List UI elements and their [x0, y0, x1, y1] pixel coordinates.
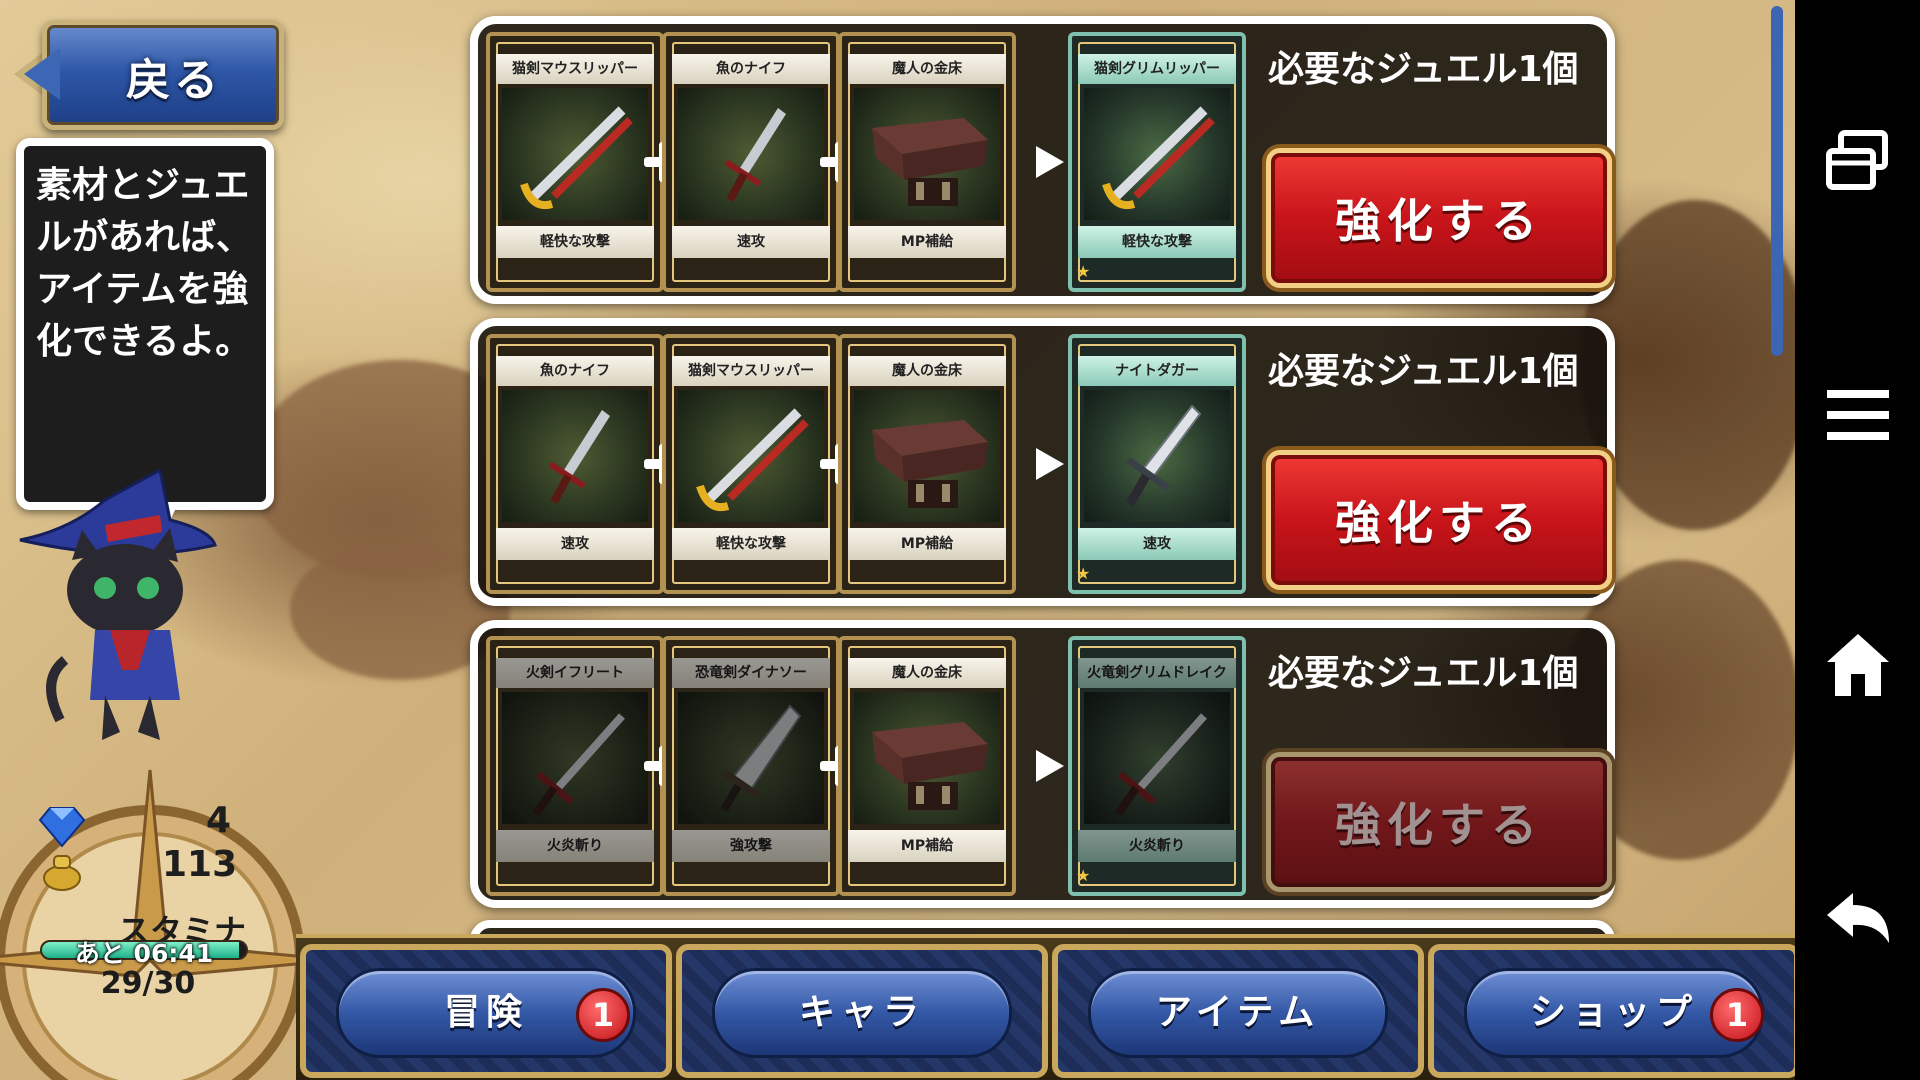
recipe-scrollbar[interactable]: [1768, 0, 1786, 930]
card-skill: 火炎斬り: [496, 830, 654, 862]
card-name: 恐竜剣ダイナソー: [672, 658, 830, 688]
card-name: 猫剣マウスリッパー: [672, 356, 830, 386]
material-card[interactable]: 猫剣マウスリッパー 軽快な攻撃: [662, 334, 840, 594]
material-card[interactable]: 魚のナイフ 速攻: [486, 334, 664, 594]
enhance-button[interactable]: 強化する: [1266, 752, 1612, 892]
card-name: 魔人の金床: [848, 658, 1006, 688]
knife-icon: [502, 390, 648, 522]
sword-icon: [502, 88, 648, 220]
card-skill: MP補給: [848, 528, 1006, 560]
card-name: 魔人の金床: [848, 356, 1006, 386]
rarity-star-icon: ★: [1076, 262, 1091, 281]
nav-character-button[interactable]: キャラ: [676, 944, 1048, 1078]
card-skill: 速攻: [672, 226, 830, 258]
notification-badge: 1: [1710, 988, 1764, 1042]
back-arrow-icon: [1826, 893, 1889, 943]
rarity-star-icon: ★: [1076, 564, 1091, 583]
result-card[interactable]: 猫剣グリムリッパー 軽快な攻撃 ★: [1068, 32, 1246, 292]
nav-button-label: アイテム: [1155, 992, 1321, 1033]
speech-bubble: 素材とジュエ ルがあれば、 アイテムを強 化できるよ。: [16, 138, 274, 566]
arrow-right-icon: [1036, 146, 1064, 178]
rarity-star-icon: ★: [1076, 866, 1091, 885]
card-skill: MP補給: [848, 830, 1006, 862]
jewel-count: 4: [206, 800, 232, 841]
card-skill: 速攻: [1078, 528, 1236, 560]
cat-mascot-icon: [19, 470, 217, 740]
recent-apps-button[interactable]: [1795, 120, 1920, 200]
stamina-timer: あと 06:41: [74, 939, 214, 968]
card-skill: 軽快な攻撃: [672, 528, 830, 560]
required-jewels-text: 必要なジュエル1個: [1268, 653, 1579, 694]
back-button-label: 戻る: [126, 55, 222, 106]
jewel-icon: [38, 807, 86, 848]
card-skill: 軽快な攻撃: [496, 226, 654, 258]
nav-button-label: キャラ: [798, 992, 925, 1033]
stamina-value: 29/30: [100, 966, 196, 1001]
arrow-right-icon: [1036, 750, 1064, 782]
flame-sword-icon: [502, 692, 648, 824]
sword-icon: [678, 390, 824, 522]
enhance-button-label: 強化する: [1335, 194, 1543, 248]
material-card[interactable]: 魔人の金床 MP補給: [838, 32, 1016, 292]
recipe-panel: 猫剣マウスリッパー 軽快な攻撃 魚のナイフ 速攻 魔人の金床 MP補給 猫剣グリ…: [470, 16, 1615, 304]
gold-bag-icon: [43, 855, 81, 891]
nav-adventure-button[interactable]: 冒険 1: [300, 944, 672, 1078]
game-screen: 戻る 素材とジュエ ルがあれば、 アイテムを強 化できるよ。 4 113 スタミ…: [0, 0, 1795, 1080]
back-button[interactable]: 戻る: [14, 16, 284, 134]
home-icon: [1826, 634, 1889, 696]
card-name: 火竜剣グリムドレイク: [1078, 658, 1236, 688]
required-jewels-text: 必要なジュエル1個: [1268, 49, 1579, 90]
recent-apps-icon: [1825, 130, 1888, 190]
back-arrow-shape-inner: [24, 48, 60, 100]
recipe-panel: 火剣イフリート 火炎斬り 恐竜剣ダイナソー 強攻撃 魔人の金床 MP補給 火竜剣…: [470, 620, 1615, 908]
home-button[interactable]: [1795, 625, 1920, 705]
material-card[interactable]: 猫剣マウスリッパー 軽快な攻撃: [486, 32, 664, 292]
card-name: 猫剣グリムリッパー: [1078, 54, 1236, 84]
broadsword-icon: [678, 692, 824, 824]
card-name: 魚のナイフ: [496, 356, 654, 386]
menu-button[interactable]: [1795, 375, 1920, 455]
result-card[interactable]: ナイトダガー 速攻 ★: [1068, 334, 1246, 594]
enhance-button-label: 強化する: [1335, 798, 1543, 852]
material-card[interactable]: 魔人の金床 MP補給: [838, 334, 1016, 594]
material-card[interactable]: 火剣イフリート 火炎斬り: [486, 636, 664, 896]
gold-count: 113: [162, 844, 238, 885]
result-card[interactable]: 火竜剣グリムドレイク 火炎斬り ★: [1068, 636, 1246, 896]
enhance-button[interactable]: 強化する: [1266, 148, 1612, 288]
card-skill: MP補給: [848, 226, 1006, 258]
card-skill: 速攻: [496, 528, 654, 560]
recipe-panel: 魚のナイフ 速攻 猫剣マウスリッパー 軽快な攻撃 魔人の金床 MP補給 ナイトダ…: [470, 318, 1615, 606]
material-card[interactable]: 魚のナイフ 速攻: [662, 32, 840, 292]
required-jewels-text: 必要なジュエル1個: [1268, 351, 1579, 392]
card-skill: 軽快な攻撃: [1078, 226, 1236, 258]
card-name: 魚のナイフ: [672, 54, 830, 84]
sword-icon: [1084, 88, 1230, 220]
material-card[interactable]: 魔人の金床 MP補給: [838, 636, 1016, 896]
knife-icon: [678, 88, 824, 220]
material-card[interactable]: 恐竜剣ダイナソー 強攻撃: [662, 636, 840, 896]
flame-sword-icon: [1084, 692, 1230, 824]
card-name: 魔人の金床: [848, 54, 1006, 84]
scrollbar-thumb[interactable]: [1771, 6, 1783, 356]
card-skill: 強攻撃: [672, 830, 830, 862]
dagger-icon: [1084, 390, 1230, 522]
card-name: ナイトダガー: [1078, 356, 1236, 386]
anvil-icon: [854, 390, 1000, 522]
speech-bubble-text: 素材とジュエ ルがあれば、 アイテムを強 化できるよ。: [36, 165, 253, 362]
notification-badge: 1: [576, 988, 630, 1042]
enhance-button-label: 強化する: [1335, 496, 1543, 550]
card-skill: 火炎斬り: [1078, 830, 1236, 862]
menu-icon: [1826, 390, 1889, 440]
system-navigation-bar: [1795, 0, 1920, 1080]
anvil-icon: [854, 692, 1000, 824]
card-name: 火剣イフリート: [496, 658, 654, 688]
system-back-button[interactable]: [1795, 880, 1920, 960]
bottom-nav: 冒険 1 キャラ アイテム ショップ 1: [296, 934, 1795, 1080]
nav-item-button[interactable]: アイテム: [1052, 944, 1424, 1078]
arrow-right-icon: [1036, 448, 1064, 480]
enhance-button[interactable]: 強化する: [1266, 450, 1612, 590]
card-name: 猫剣マウスリッパー: [496, 54, 654, 84]
nav-shop-button[interactable]: ショップ 1: [1428, 944, 1795, 1078]
anvil-icon: [854, 88, 1000, 220]
